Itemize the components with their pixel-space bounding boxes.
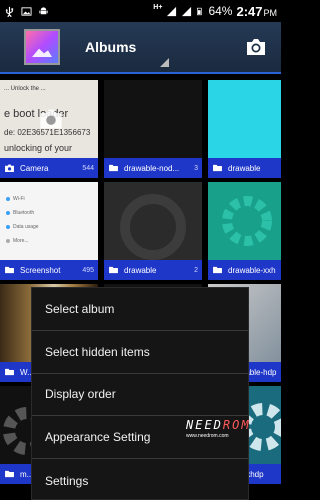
album-tile-drawable-2[interactable]: drawable 2: [104, 182, 202, 280]
thumb-row: Bluetooth: [6, 210, 34, 216]
android-icon: [39, 6, 48, 14]
watermark-logo: NEEDROM: [186, 418, 266, 432]
gear-graphic: [222, 196, 272, 246]
album-name: drawable: [228, 163, 261, 173]
watermark-logo-left: NEED: [186, 418, 223, 432]
battery-icon: [197, 7, 203, 15]
album-name: Screenshot: [20, 265, 61, 275]
album-count: 2: [194, 266, 198, 274]
status-bar: H+ 64% 2:47PM: [0, 0, 281, 22]
folder-icon: [213, 164, 222, 172]
album-name: Camera: [20, 163, 49, 173]
needrom-watermark: NEEDROM www.needrom.com: [186, 418, 266, 448]
action-bar: Albums: [0, 22, 281, 74]
album-label-bar: drawable 2: [104, 260, 202, 280]
album-title-dropdown[interactable]: Albums: [85, 39, 136, 55]
album-count: 544: [82, 164, 94, 172]
album-label-bar: drawable-nod... 3: [104, 158, 202, 178]
clock-time: 2:47: [236, 3, 263, 19]
thumb-text: unlocking of your: [4, 143, 73, 153]
menu-item-settings[interactable]: Settings: [32, 459, 248, 500]
thumb-row: More...: [6, 238, 29, 244]
thumb-text: Data usage: [13, 224, 39, 230]
album-tile-drawable-nodpi[interactable]: drawable-nod... 3: [104, 80, 202, 178]
folder-icon: [5, 368, 14, 376]
folder-icon: [109, 164, 118, 172]
network-type: H+: [153, 3, 163, 11]
menu-item-display-order[interactable]: Display order: [32, 374, 248, 417]
gallery-app-icon[interactable]: [24, 29, 60, 65]
menu-item-select-album[interactable]: Select album: [32, 288, 248, 331]
folder-icon: [213, 266, 222, 274]
album-count: 495: [82, 266, 94, 274]
album-tile-drawable[interactable]: drawable: [208, 80, 281, 178]
signal-icon: [167, 6, 177, 16]
battery-percent: 64%: [208, 4, 233, 18]
album-count: 3: [194, 164, 198, 172]
usb-icon: [5, 6, 14, 17]
clock: 2:47PM: [236, 4, 277, 19]
circle-graphic: [120, 194, 186, 260]
album-name: drawable-xxh: [228, 265, 276, 275]
watermark-logo-right: ROM: [222, 418, 251, 432]
album-tile-drawable-xxhdpi[interactable]: drawable-xxh: [208, 182, 281, 280]
camera-icon: [5, 164, 14, 172]
album-label-bar: drawable: [208, 158, 281, 178]
folder-icon: [5, 470, 14, 478]
album-label-bar: drawable-xxh: [208, 260, 281, 280]
album-tile-camera[interactable]: ... Unlock the ... e boot loader de: 02E…: [0, 80, 98, 178]
camera-icon[interactable]: [245, 38, 267, 56]
menu-item-select-hidden-items[interactable]: Select hidden items: [32, 331, 248, 374]
camera-overlay-icon: [40, 109, 62, 129]
album-label-bar: Screenshot 495: [0, 260, 98, 280]
thumb-text: Bluetooth: [13, 210, 35, 216]
thumb-row: Wi-Fi: [6, 196, 25, 202]
thumb-text: ... Unlock the ...: [4, 86, 46, 92]
clock-ampm: PM: [263, 7, 278, 18]
thumb-text: Wi-Fi: [13, 196, 25, 202]
gallery-notification-icon: [21, 6, 32, 16]
dropdown-corner-icon: [160, 58, 169, 67]
folder-icon: [5, 266, 14, 274]
album-name: drawable: [124, 265, 157, 275]
album-label-bar: Camera 544: [0, 158, 98, 178]
thumb-row: Data usage: [6, 224, 39, 230]
watermark-url: www.needrom.com: [186, 433, 229, 439]
signal-icon-2: [182, 6, 192, 16]
album-name: drawable-nod...: [124, 163, 180, 173]
album-tile-screenshot[interactable]: Wi-Fi Bluetooth Data usage More... Scree…: [0, 182, 98, 280]
thumb-text: More...: [13, 238, 29, 244]
folder-icon: [109, 266, 118, 274]
overflow-menu: Select album Select hidden items Display…: [31, 287, 249, 500]
